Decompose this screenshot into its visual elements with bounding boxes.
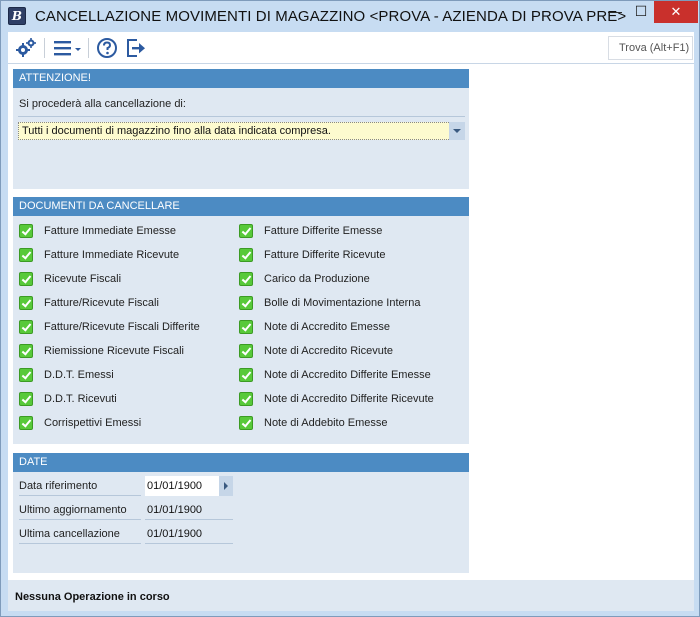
ultima-cancellazione-label: Ultima cancellazione: [19, 528, 120, 540]
attenzione-label: Si procederà alla cancellazione di:: [19, 98, 186, 110]
checkbox-checked-icon[interactable]: [19, 392, 33, 406]
checkbox-label: Note di Addebito Emesse: [264, 417, 388, 429]
chevron-down-icon[interactable]: [449, 122, 465, 140]
label-underline: [18, 116, 465, 117]
exit-icon[interactable]: [124, 36, 148, 60]
data-riferimento-row: Data riferimento 01/01/1900: [19, 476, 239, 496]
minimize-button[interactable]: —: [602, 1, 628, 23]
documenti-header: DOCUMENTI DA CANCELLARE: [13, 197, 469, 216]
label-underline: [19, 495, 141, 496]
data-riferimento-label: Data riferimento: [19, 480, 98, 492]
checkbox-checked-icon[interactable]: [19, 320, 33, 334]
checkbox-checked-icon[interactable]: [239, 368, 253, 382]
label-underline: [19, 543, 141, 544]
checkbox-checked-icon[interactable]: [19, 368, 33, 382]
documenti-panel: DOCUMENTI DA CANCELLARE Fatture Immediat…: [13, 197, 469, 444]
attenzione-panel: ATTENZIONE! Si procederà alla cancellazi…: [13, 69, 469, 189]
checkbox-label: Note di Accredito Emesse: [264, 321, 390, 333]
cancellazione-selected-value: Tutti i documenti di magazzino fino alla…: [22, 125, 331, 137]
checkbox-label: Note di Accredito Ricevute: [264, 345, 394, 357]
maximize-button[interactable]: ☐: [628, 1, 654, 23]
ultimo-aggiornamento-label: Ultimo aggiornamento: [19, 504, 127, 516]
checkbox-label: Fatture/Ricevute Fiscali: [44, 297, 159, 309]
checkbox-label: Riemissione Ricevute Fiscali: [44, 345, 184, 357]
toolbar-separator: [88, 38, 89, 58]
data-riferimento-value: 01/01/1900: [147, 480, 203, 492]
search-input[interactable]: Trova (Alt+F1): [608, 36, 693, 60]
checkbox-checked-icon[interactable]: [19, 224, 33, 238]
app-logo-icon: B: [8, 7, 26, 25]
chevron-right-icon[interactable]: [219, 476, 233, 496]
checkbox-checked-icon[interactable]: [239, 272, 253, 286]
toolbar: Trova (Alt+F1): [8, 32, 694, 64]
checkbox-checked-icon[interactable]: [239, 416, 253, 430]
checkbox-label: D.D.T. Ricevuti: [44, 393, 117, 405]
label-underline: [19, 519, 141, 520]
checkbox-checked-icon[interactable]: [19, 416, 33, 430]
checkbox-checked-icon[interactable]: [19, 272, 33, 286]
checkbox-label: Bolle di Movimentazione Interna: [264, 297, 421, 309]
checkbox-label: Fatture Immediate Ricevute: [44, 249, 180, 261]
checkbox-checked-icon[interactable]: [239, 296, 253, 310]
menu-icon[interactable]: [52, 36, 84, 60]
title-bar[interactable]: B CANCELLAZIONE MOVIMENTI DI MAGAZZINO <…: [1, 1, 699, 31]
ultimo-aggiornamento-row: Ultimo aggiornamento 01/01/1900: [19, 500, 239, 520]
checkbox-checked-icon[interactable]: [239, 344, 253, 358]
cancellazione-select[interactable]: Tutti i documenti di magazzino fino alla…: [18, 122, 465, 140]
date-header: DATE: [13, 453, 469, 472]
ultima-cancellazione-field: 01/01/1900: [145, 524, 233, 544]
ultimo-aggiornamento-field: 01/01/1900: [145, 500, 233, 520]
checkbox-checked-icon[interactable]: [239, 224, 253, 238]
checkbox-label: Fatture Differite Emesse: [264, 225, 383, 237]
checkbox-checked-icon[interactable]: [239, 320, 253, 334]
ultima-cancellazione-row: Ultima cancellazione 01/01/1900: [19, 524, 239, 544]
checkbox-checked-icon[interactable]: [19, 344, 33, 358]
checkbox-label: Fatture Immediate Emesse: [44, 225, 177, 237]
app-window: B CANCELLAZIONE MOVIMENTI DI MAGAZZINO <…: [0, 0, 700, 617]
checkbox-checked-icon[interactable]: [19, 296, 33, 310]
close-button[interactable]: ✕: [654, 1, 698, 23]
main-content: ATTENZIONE! Si procederà alla cancellazi…: [8, 64, 694, 580]
gears-icon[interactable]: [14, 36, 38, 60]
checkbox-label: Ricevute Fiscali: [44, 273, 122, 285]
checkbox-checked-icon[interactable]: [19, 248, 33, 262]
checkbox-label: Carico da Produzione: [264, 273, 370, 285]
ultima-cancellazione-value: 01/01/1900: [147, 528, 203, 540]
checkbox-label: Note di Accredito Differite Emesse: [264, 369, 431, 381]
toolbar-separator: [44, 38, 45, 58]
checkbox-label: Note di Accredito Differite Ricevute: [264, 393, 434, 405]
window-title: CANCELLAZIONE MOVIMENTI DI MAGAZZINO <PR…: [35, 8, 627, 25]
ultimo-aggiornamento-value: 01/01/1900: [147, 504, 203, 516]
status-text: Nessuna Operazione in corso: [15, 591, 170, 603]
checkbox-label: Corrispettivi Emessi: [44, 417, 142, 429]
checkbox-checked-icon[interactable]: [239, 248, 253, 262]
help-icon[interactable]: [95, 36, 119, 60]
checkbox-checked-icon[interactable]: [239, 392, 253, 406]
attenzione-header: ATTENZIONE!: [13, 69, 469, 88]
checkbox-label: D.D.T. Emessi: [44, 369, 114, 381]
date-panel: DATE Data riferimento 01/01/1900 Ultimo …: [13, 453, 469, 573]
status-bar: Nessuna Operazione in corso: [8, 580, 694, 611]
checkbox-label: Fatture Differite Ricevute: [264, 249, 386, 261]
checkbox-label: Fatture/Ricevute Fiscali Differite: [44, 321, 200, 333]
data-riferimento-input[interactable]: 01/01/1900: [145, 476, 233, 496]
